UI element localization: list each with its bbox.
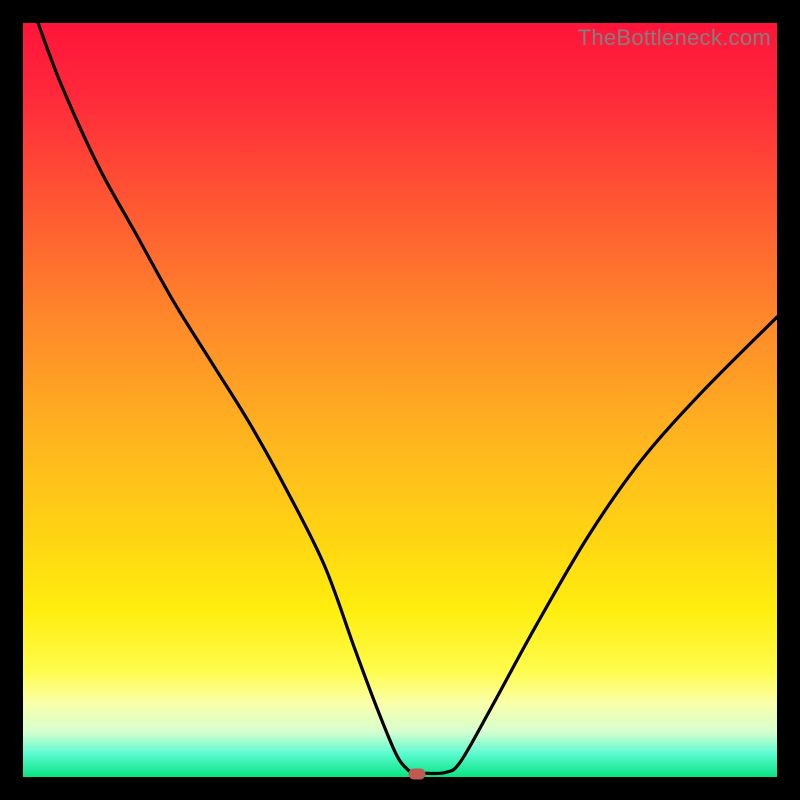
bottleneck-curve — [23, 23, 777, 777]
curve-path — [38, 23, 777, 774]
optimal-point-marker — [409, 768, 426, 779]
chart-frame: TheBottleneck.com — [0, 0, 800, 800]
plot-area: TheBottleneck.com — [23, 23, 777, 777]
